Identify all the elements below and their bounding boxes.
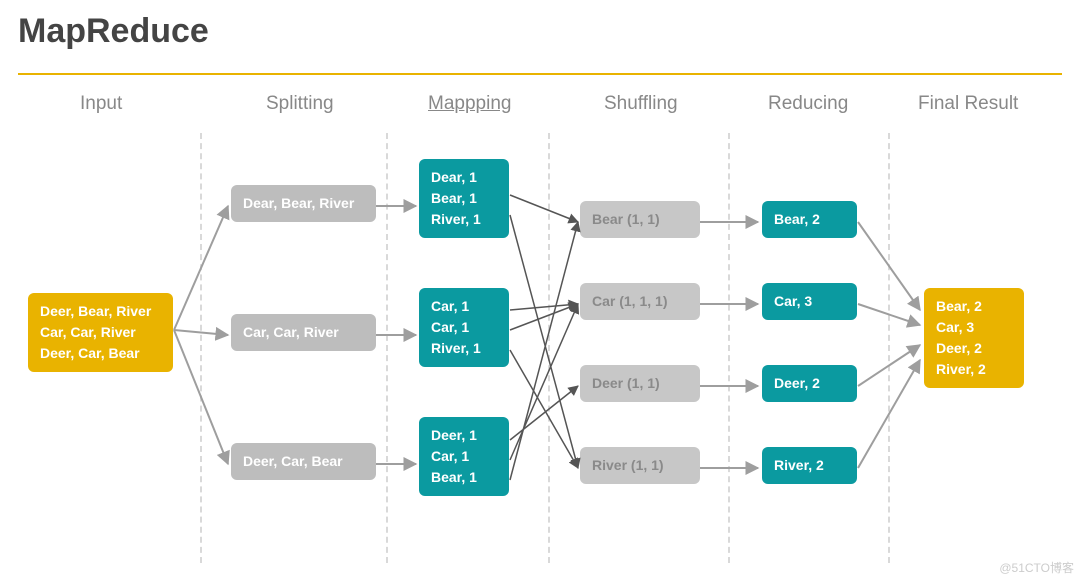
dash-4 [728,133,730,563]
map-line: Dear, 1 [431,167,497,188]
columns: Input Splitting Mappping Shuffling Reduc… [18,93,1062,563]
hdr-input: Input [80,93,122,115]
mapreduce-diagram: MapReduce Input Splitting Mappping Shuff… [0,0,1080,580]
dash-1 [200,133,202,563]
hdr-shuffling: Shuffling [604,93,678,115]
split-box: Dear, Bear, River [231,185,376,222]
hdr-final: Final Result [918,93,1018,115]
shuffle-line: Deer (1, 1) [592,373,688,394]
map-line: Bear, 1 [431,467,497,488]
dash-3 [548,133,550,563]
split-line: Car, Car, River [243,322,364,343]
map-box: Car, 1 Car, 1 River, 1 [419,288,509,367]
shuffle-box: Bear (1, 1) [580,201,700,238]
map-line: Car, 1 [431,446,497,467]
final-line: Car, 3 [936,317,1012,338]
split-box: Deer, Car, Bear [231,443,376,480]
reduce-box: River, 2 [762,447,857,484]
reduce-line: Deer, 2 [774,373,845,394]
input-line: Deer, Bear, River [40,301,161,322]
hdr-reducing: Reducing [768,93,848,115]
input-box: Deer, Bear, River Car, Car, River Deer, … [28,293,173,372]
split-line: Deer, Car, Bear [243,451,364,472]
reduce-box: Car, 3 [762,283,857,320]
map-line: Car, 1 [431,296,497,317]
shuffle-box: Car (1, 1, 1) [580,283,700,320]
split-line: Dear, Bear, River [243,193,364,214]
shuffle-box: River (1, 1) [580,447,700,484]
map-line: Bear, 1 [431,188,497,209]
reduce-line: River, 2 [774,455,845,476]
reduce-line: Car, 3 [774,291,845,312]
shuffle-box: Deer (1, 1) [580,365,700,402]
watermark: @51CTO博客 [999,559,1074,576]
final-box: Bear, 2 Car, 3 Deer, 2 River, 2 [924,288,1024,388]
map-line: Car, 1 [431,317,497,338]
input-line: Deer, Car, Bear [40,343,161,364]
hdr-splitting: Splitting [266,93,334,115]
dash-2 [386,133,388,563]
map-line: River, 1 [431,338,497,359]
split-box: Car, Car, River [231,314,376,351]
reduce-line: Bear, 2 [774,209,845,230]
input-line: Car, Car, River [40,322,161,343]
shuffle-line: River (1, 1) [592,455,688,476]
page-title: MapReduce [18,12,1062,51]
final-line: Deer, 2 [936,338,1012,359]
map-line: Deer, 1 [431,425,497,446]
reduce-box: Deer, 2 [762,365,857,402]
map-box: Deer, 1 Car, 1 Bear, 1 [419,417,509,496]
dash-5 [888,133,890,563]
divider [18,73,1062,75]
final-line: Bear, 2 [936,296,1012,317]
shuffle-line: Car (1, 1, 1) [592,291,688,312]
final-line: River, 2 [936,359,1012,380]
map-line: River, 1 [431,209,497,230]
shuffle-line: Bear (1, 1) [592,209,688,230]
map-box: Dear, 1 Bear, 1 River, 1 [419,159,509,238]
hdr-mapping: Mappping [428,93,511,115]
reduce-box: Bear, 2 [762,201,857,238]
